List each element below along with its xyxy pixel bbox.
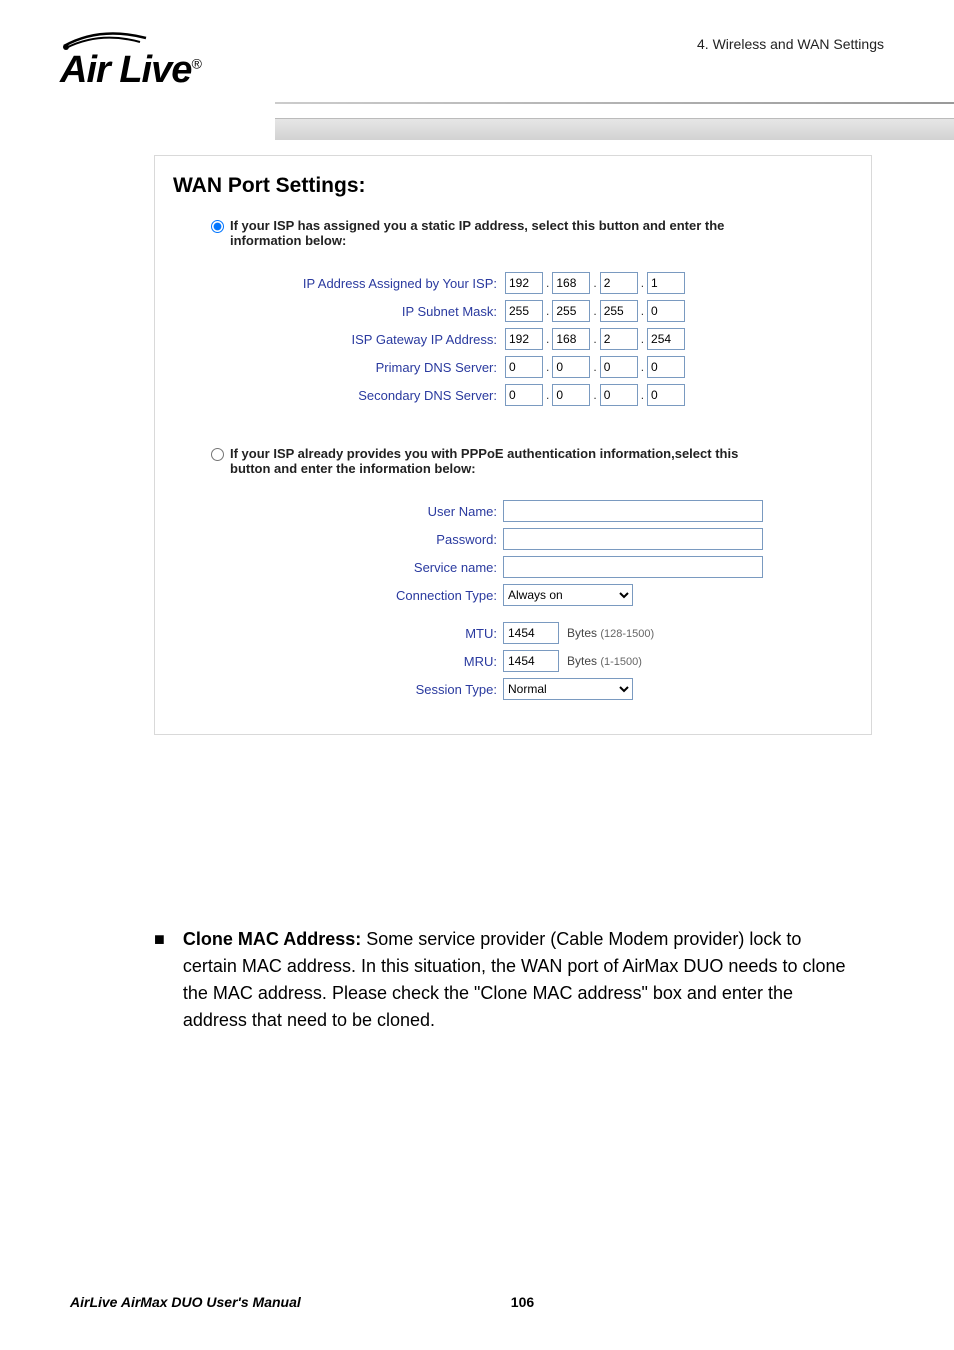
gateway-label: ISP Gateway IP Address: — [173, 332, 503, 347]
gateway-oct4[interactable] — [647, 328, 685, 350]
page-footer: AirLive AirMax DUO User's Manual 106 — [70, 1294, 884, 1310]
sessiontype-label: Session Type: — [173, 682, 503, 697]
logo-swoosh-icon — [60, 28, 150, 50]
header-divider-thin — [275, 102, 954, 104]
username-field[interactable] — [503, 500, 763, 522]
username-label: User Name: — [173, 504, 503, 519]
secondary-dns-oct2[interactable] — [552, 384, 590, 406]
logo-text: Air Live® — [60, 49, 270, 92]
conntype-select[interactable]: Always on — [503, 584, 633, 606]
password-field[interactable] — [503, 528, 763, 550]
secondary-dns-oct1[interactable] — [505, 384, 543, 406]
subnet-oct2[interactable] — [552, 300, 590, 322]
conntype-label: Connection Type: — [173, 588, 503, 603]
servicename-label: Service name: — [173, 560, 503, 575]
header-divider-bar — [275, 118, 954, 140]
static-ip-radio-label: If your ISP has assigned you a static IP… — [230, 218, 770, 248]
footer-manual-title: AirLive AirMax DUO User's Manual — [70, 1294, 301, 1310]
logo-registered: ® — [191, 55, 200, 71]
mru-field[interactable] — [503, 650, 559, 672]
ip-assigned-label: IP Address Assigned by Your ISP: — [173, 276, 503, 291]
subnet-oct3[interactable] — [600, 300, 638, 322]
brand-logo: Air Live® — [60, 28, 270, 92]
ip-assigned-oct1[interactable] — [505, 272, 543, 294]
subnet-oct4[interactable] — [647, 300, 685, 322]
primary-dns-oct1[interactable] — [505, 356, 543, 378]
subnet-label: IP Subnet Mask: — [173, 304, 503, 319]
pppoe-radio-label: If your ISP already provides you with PP… — [230, 446, 770, 476]
footer-page-number: 106 — [511, 1294, 534, 1310]
secondary-dns-oct4[interactable] — [647, 384, 685, 406]
static-ip-form: IP Address Assigned by Your ISP: . . . I… — [173, 272, 853, 406]
primary-dns-oct2[interactable] — [552, 356, 590, 378]
password-label: Password: — [173, 532, 503, 547]
clone-mac-paragraph: ■ Clone MAC Address: Some service provid… — [154, 926, 854, 1034]
static-ip-radio-row[interactable]: If your ISP has assigned you a static IP… — [211, 218, 853, 248]
pppoe-radio-row[interactable]: If your ISP already provides you with PP… — [211, 446, 853, 476]
gateway-oct3[interactable] — [600, 328, 638, 350]
secondary-dns-label: Secondary DNS Server: — [173, 388, 503, 403]
mru-label: MRU: — [173, 654, 503, 669]
mtu-label: MTU: — [173, 626, 503, 641]
primary-dns-oct3[interactable] — [600, 356, 638, 378]
ip-assigned-oct2[interactable] — [552, 272, 590, 294]
mtu-hint: Bytes (128-1500) — [567, 626, 654, 640]
pppoe-form: User Name: Password: Service name: Conne… — [173, 500, 853, 700]
servicename-field[interactable] — [503, 556, 763, 578]
wan-port-settings-panel: WAN Port Settings: If your ISP has assig… — [154, 155, 872, 735]
gateway-oct1[interactable] — [505, 328, 543, 350]
primary-dns-oct4[interactable] — [647, 356, 685, 378]
ip-assigned-oct4[interactable] — [647, 272, 685, 294]
ip-assigned-oct3[interactable] — [600, 272, 638, 294]
static-ip-radio[interactable] — [211, 220, 224, 233]
primary-dns-label: Primary DNS Server: — [173, 360, 503, 375]
secondary-dns-oct3[interactable] — [600, 384, 638, 406]
clone-mac-heading: Clone MAC Address: — [183, 929, 361, 949]
header-section-label: 4. Wireless and WAN Settings — [697, 36, 884, 52]
pppoe-radio[interactable] — [211, 448, 224, 461]
mru-hint: Bytes (1-1500) — [567, 654, 642, 668]
gateway-oct2[interactable] — [552, 328, 590, 350]
bullet-icon: ■ — [154, 926, 165, 1034]
sessiontype-select[interactable]: Normal — [503, 678, 633, 700]
mtu-field[interactable] — [503, 622, 559, 644]
subnet-oct1[interactable] — [505, 300, 543, 322]
panel-title: WAN Port Settings: — [173, 174, 853, 198]
